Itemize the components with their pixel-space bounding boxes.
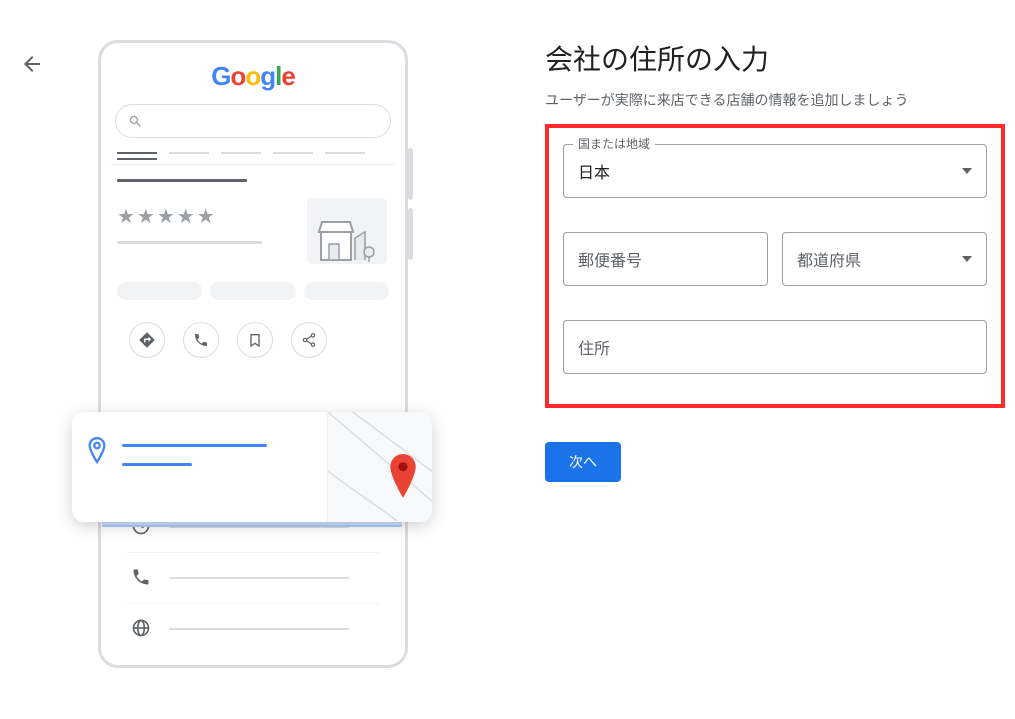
highlighted-form-section: 国または地域 日本 郵便番号 都道府県 xyxy=(545,124,1005,408)
phone-mockup: Google ★★★★★ xyxy=(98,40,408,668)
country-select[interactable]: 日本 xyxy=(563,144,987,198)
country-label: 国または地域 xyxy=(573,135,655,152)
search-icon xyxy=(128,114,143,129)
page-title: 会社の住所の入力 xyxy=(545,38,1005,78)
share-icon xyxy=(301,332,317,348)
prefecture-select[interactable]: 都道府県 xyxy=(782,232,987,286)
location-card-mock xyxy=(72,412,432,522)
phone-icon xyxy=(131,567,151,587)
location-pin-red-icon xyxy=(386,454,420,502)
rating-stars-mock: ★★★★★ xyxy=(117,204,262,229)
chips-mock xyxy=(111,264,395,310)
globe-icon xyxy=(131,618,151,638)
arrow-left-icon xyxy=(20,52,44,76)
page-subtitle: ユーザーが実際に来店できる店舗の情報を追加しましょう xyxy=(545,90,1005,110)
country-value: 日本 xyxy=(578,159,610,183)
google-logo: Google xyxy=(111,61,395,92)
postal-code-input[interactable]: 郵便番号 xyxy=(563,232,768,286)
illustration-panel: Google ★★★★★ xyxy=(90,30,435,668)
back-button[interactable] xyxy=(20,52,44,76)
title-placeholder xyxy=(117,179,247,182)
address-form: 会社の住所の入力 ユーザーが実際に来店できる店舗の情報を追加しましょう 国または… xyxy=(545,30,1005,668)
business-image-placeholder xyxy=(307,198,387,264)
next-button[interactable]: 次へ xyxy=(545,442,621,482)
action-buttons-mock xyxy=(111,310,395,358)
storefront-icon xyxy=(317,218,377,264)
address-input[interactable]: 住所 xyxy=(563,320,987,374)
search-bar-mock xyxy=(115,104,391,138)
caret-down-icon xyxy=(962,256,972,262)
phone-icon xyxy=(193,332,209,348)
bookmark-icon xyxy=(247,332,263,348)
tabs-mock xyxy=(111,148,395,165)
directions-icon xyxy=(138,331,156,349)
location-pin-outline-icon xyxy=(86,436,108,466)
caret-down-icon xyxy=(962,168,972,174)
